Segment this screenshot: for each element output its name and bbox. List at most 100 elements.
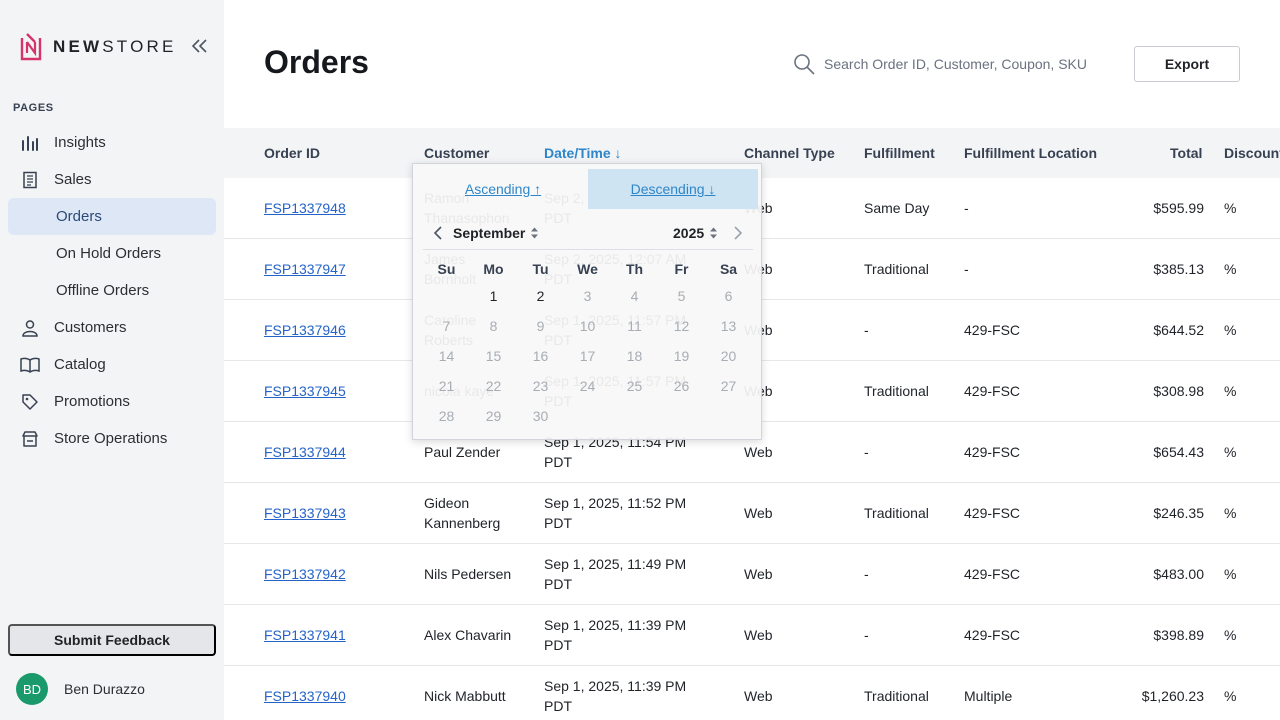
calendar-day: 30 xyxy=(532,408,549,424)
calendar-day: 24 xyxy=(579,378,596,394)
calendar-day: 17 xyxy=(579,348,596,364)
fulfillment-cell: - xyxy=(864,566,869,582)
calendar-day: 23 xyxy=(532,378,549,394)
discount-cell: % xyxy=(1224,688,1237,704)
column-header-fulfillment[interactable]: Fulfillment xyxy=(864,145,935,161)
calendar-day[interactable]: 1 xyxy=(470,288,517,304)
table-row[interactable]: FSP1337942 Nils Pedersen Sep 1, 2025, 11:4… xyxy=(224,544,1280,605)
column-header-order-id[interactable]: Order ID xyxy=(264,145,320,161)
weekday-label: We xyxy=(577,261,598,277)
collapse-sidebar-icon[interactable] xyxy=(190,36,210,56)
column-header-date-time[interactable]: Date/Time ↓ xyxy=(544,145,622,161)
total-cell: $654.43 xyxy=(1153,444,1204,460)
table-row[interactable]: FSP1337941 Alex Chavarin Sep 1, 2025, 11:3… xyxy=(224,605,1280,666)
calendar-day: 21 xyxy=(438,378,455,394)
sidebar-item-sales[interactable]: Sales xyxy=(8,161,216,198)
chevron-left-icon[interactable] xyxy=(431,223,445,243)
calendar-day: 13 xyxy=(720,318,737,334)
calendar-day: 27 xyxy=(720,378,737,394)
order-id-link[interactable]: FSP1337944 xyxy=(264,442,346,462)
sidebar-item-insights[interactable]: Insights xyxy=(8,124,216,161)
date-cell-line: PDT xyxy=(544,454,572,470)
column-header-fulfillment-location[interactable]: Fulfillment Location xyxy=(964,145,1097,161)
channel-cell: Web xyxy=(744,444,773,460)
store-icon xyxy=(20,429,40,449)
month-select[interactable]: September xyxy=(453,225,539,241)
total-cell: $246.35 xyxy=(1153,505,1204,521)
sidebar-item-customers[interactable]: Customers xyxy=(8,309,216,346)
location-cell: 429-FSC xyxy=(964,322,1021,338)
calendar-day[interactable]: 2 xyxy=(517,288,564,304)
date-cell: Sep 1, 2025, 11:52 PM PDT xyxy=(544,493,686,533)
total-cell: $1,260.23 xyxy=(1141,688,1204,704)
sidebar-nav: Insights Sales Orders On Hold Orders Off… xyxy=(8,124,216,457)
pages-section-label: PAGES xyxy=(13,102,54,114)
sidebar-item-catalog[interactable]: Catalog xyxy=(8,346,216,383)
order-id-link[interactable]: FSP1337945 xyxy=(264,381,346,401)
calendar-day: 16 xyxy=(532,348,549,364)
order-id-link[interactable]: FSP1337948 xyxy=(264,198,346,218)
location-cell: - xyxy=(964,261,969,277)
calendar-day: 9 xyxy=(536,318,545,334)
calendar-day: 25 xyxy=(626,378,643,394)
calendar-day: 7 xyxy=(442,318,451,334)
channel-cell: Web xyxy=(744,688,773,704)
location-cell: Multiple xyxy=(964,688,1013,704)
order-id-link[interactable]: FSP1337940 xyxy=(264,686,346,706)
discount-cell: % xyxy=(1224,383,1237,399)
date-cell-line: PDT xyxy=(544,515,572,531)
selected-year: 2025 xyxy=(673,225,705,241)
sort-updown-icon xyxy=(531,227,539,239)
sort-ascending-option[interactable]: Ascending ↑ xyxy=(418,169,588,209)
calendar-day: 28 xyxy=(438,408,455,424)
year-select[interactable]: 2025 xyxy=(673,225,718,241)
column-header-total[interactable]: Total xyxy=(1170,145,1202,161)
sidebar-item-label: On Hold Orders xyxy=(56,245,162,262)
calendar-day: 29 xyxy=(485,408,502,424)
brand-name: NEWSTORE xyxy=(53,37,177,56)
order-id-link[interactable]: FSP1337946 xyxy=(264,320,346,340)
sidebar-item-orders[interactable]: Orders xyxy=(8,198,216,235)
submit-feedback-button[interactable]: Submit Feedback xyxy=(8,624,216,656)
date-cell: Sep 1, 2025, 11:39 PM PDT xyxy=(544,676,686,716)
search-input[interactable] xyxy=(824,56,1124,72)
total-cell: $483.00 xyxy=(1153,566,1204,582)
table-row[interactable]: FSP1337940 Nick Mabbutt Sep 1, 2025, 11:39… xyxy=(224,666,1280,720)
chevron-right-icon[interactable] xyxy=(731,223,745,243)
search-bar xyxy=(792,52,1124,76)
total-cell: $308.98 xyxy=(1153,383,1204,399)
table-row[interactable]: FSP1337943 Gideon Kannenberg Sep 1, 2025, 1… xyxy=(224,483,1280,544)
column-header-customer[interactable]: Customer xyxy=(424,145,489,161)
sidebar-item-store-operations[interactable]: Store Operations xyxy=(8,420,216,457)
sort-descending-option[interactable]: Descending ↓ xyxy=(588,169,758,209)
newstore-logo-icon xyxy=(20,33,42,61)
customer-cell: Nick Mabbutt xyxy=(424,686,506,706)
sidebar-item-offline-orders[interactable]: Offline Orders xyxy=(8,272,216,309)
customer-cell: Paul Zender xyxy=(424,442,500,462)
order-id-link[interactable]: FSP1337943 xyxy=(264,503,346,523)
column-header-discount[interactable]: Discount xyxy=(1224,145,1280,161)
user-profile[interactable]: BD Ben Durazzo xyxy=(16,673,145,705)
weekday-label: Mo xyxy=(483,261,504,277)
sidebar-item-promotions[interactable]: Promotions xyxy=(8,383,216,420)
sidebar-item-label: Orders xyxy=(56,208,102,225)
date-cell-line: Sep 1, 2025, 11:39 PM xyxy=(544,617,687,633)
column-header-channel-type[interactable]: Channel Type xyxy=(744,145,835,161)
sidebar-item-on-hold-orders[interactable]: On Hold Orders xyxy=(8,235,216,272)
order-id-link[interactable]: FSP1337947 xyxy=(264,259,346,279)
calendar-day: 10 xyxy=(579,318,596,334)
customer-cell: Nils Pedersen xyxy=(424,564,511,584)
calendar-day: 19 xyxy=(673,348,690,364)
weekday-label: Fr xyxy=(674,261,689,277)
fulfillment-cell: - xyxy=(864,627,869,643)
brand-logo[interactable]: NEWSTORE xyxy=(20,33,177,61)
customer-cell-line: Paul Zender xyxy=(424,444,501,460)
discount-cell: % xyxy=(1224,444,1237,460)
total-cell: $398.89 xyxy=(1153,627,1204,643)
fulfillment-cell: Traditional xyxy=(864,261,929,277)
calendar-day: 3 xyxy=(583,288,592,304)
order-id-link[interactable]: FSP1337941 xyxy=(264,625,346,645)
order-id-link[interactable]: FSP1337942 xyxy=(264,564,346,584)
export-button[interactable]: Export xyxy=(1134,46,1240,82)
weekday-label: Sa xyxy=(719,261,738,277)
